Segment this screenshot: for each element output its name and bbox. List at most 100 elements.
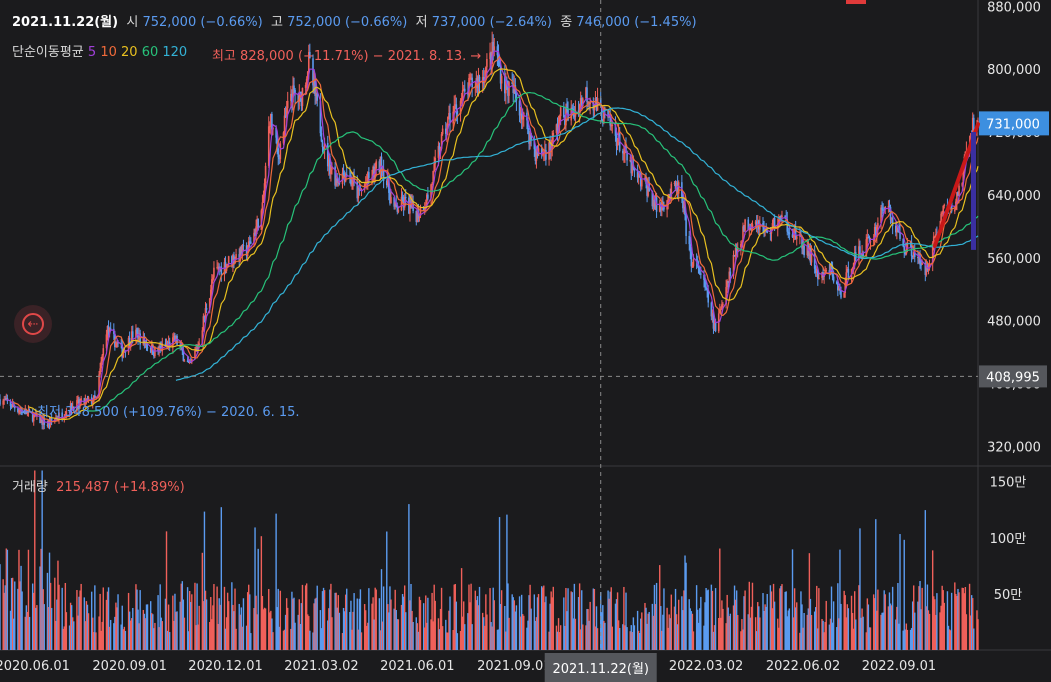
volume-tick-label-0: 50만 [994,588,1023,603]
candle-body [641,180,643,187]
volume-bar [109,619,112,650]
volume-bar [596,628,599,650]
volume-bar [744,590,746,650]
volume-bar [264,608,267,650]
volume-bar [796,602,798,650]
candle-body [903,246,906,251]
candle-body [109,328,112,330]
time-tick-label-4: 2021.06.01 [380,659,454,674]
time-tick-label-7: 2022.06.02 [766,659,840,674]
volume-bar [685,562,687,650]
stock-chart[interactable]: 320,000400,000480,000560,000640,000720,0… [0,0,1051,682]
ma-period-20[interactable]: 20 [121,45,138,60]
volume-bar [773,601,776,650]
candle-body [705,286,707,288]
volume-bar [486,614,488,650]
candle-body [958,185,960,196]
volume-bar [515,605,518,650]
volume-bar [250,633,252,650]
candle-body [877,223,879,227]
volume-bar [737,614,739,650]
price-tick-label-4: 640,000 [987,189,1041,204]
candle-body [427,194,429,199]
high-value: 752,000 (−0.66%) [287,15,408,30]
candle-body [486,58,488,68]
volume-bar [191,594,193,650]
candle-body [397,210,400,212]
volume-bar [677,599,680,650]
low-value: 737,000 (−2.64%) [431,15,552,30]
close-label: 종 [560,15,573,30]
volume-bar [707,589,709,650]
volume-bar [441,626,444,650]
crosshair-price-label: 408,995 [986,370,1040,385]
volume-bar [714,588,717,650]
volume-bar [36,605,38,650]
volume-bar [618,627,621,650]
volume-bar [950,592,953,650]
ma-period-5[interactable]: 5 [88,45,96,60]
candle-body [87,397,90,400]
candle-body [766,231,769,233]
candle-body [845,272,848,284]
volume-bar [766,593,768,650]
moving-average-legend[interactable]: 단순이동평균 5 10 20 60 120 [12,41,187,60]
volume-bar [198,605,200,650]
candle-body [781,215,783,218]
volume-bar [914,612,916,650]
candle-body [176,335,178,345]
time-tick-label-3: 2021.03.02 [284,659,358,674]
candle-body [390,197,392,204]
volume-bar [124,630,127,650]
volume-tick-label-2: 150만 [990,476,1027,491]
volume-bar [360,632,363,650]
time-tick-label-0: 2020.06.01 [0,659,70,674]
ma-period-10[interactable]: 10 [100,45,117,60]
volume-bar [168,632,171,650]
ma-period-120[interactable]: 120 [162,45,187,60]
volume-bar [242,598,245,650]
volume-bar [382,586,385,650]
header-date: 2021.11.22(월) [12,15,119,30]
candle-body [368,172,370,178]
volume-bar [14,581,16,650]
volume-bar [559,625,562,650]
volume-bar [257,548,259,650]
candle-body [102,348,105,356]
ma-period-60[interactable]: 60 [142,45,159,60]
volume-bar [552,586,554,650]
volume-bar [338,612,341,650]
candle-body [729,271,732,276]
price-tick-label-7: 880,000 [987,0,1041,15]
volume-bar [87,613,90,650]
volume-bar [508,617,510,650]
candle-body [832,276,835,282]
open-label: 시 [126,15,139,30]
volume-bar [478,586,481,650]
ohlc-header: 2021.11.22(월) 시 752,000 (−0.66%) 고 752,0… [12,11,697,30]
scroll-to-latest-button[interactable]: ⇠ [14,305,52,343]
volume-label: 거래량 [12,480,48,495]
high-label: 고 [270,15,283,30]
volume-bar [965,614,968,650]
candle-body [146,347,149,349]
volume-bar [493,600,495,650]
volume-bar [847,608,850,650]
candle-body [205,308,208,310]
volume-bar [368,588,370,650]
volume-bar [132,608,134,650]
volume-bar [139,590,141,650]
volume-bar [405,612,407,650]
candle-body [744,219,746,231]
volume-bar [309,630,311,650]
volume-bar [648,611,650,650]
volume-bar [390,599,392,650]
volume-bar [73,621,75,650]
time-tick-label-5: 2021.09.01 [477,659,551,674]
candle-body [685,215,687,236]
candle-body [972,117,975,130]
volume-bar [146,604,149,650]
price-tick-label-6: 800,000 [987,63,1041,78]
candle-body [441,128,444,135]
volume-bar [869,627,872,650]
